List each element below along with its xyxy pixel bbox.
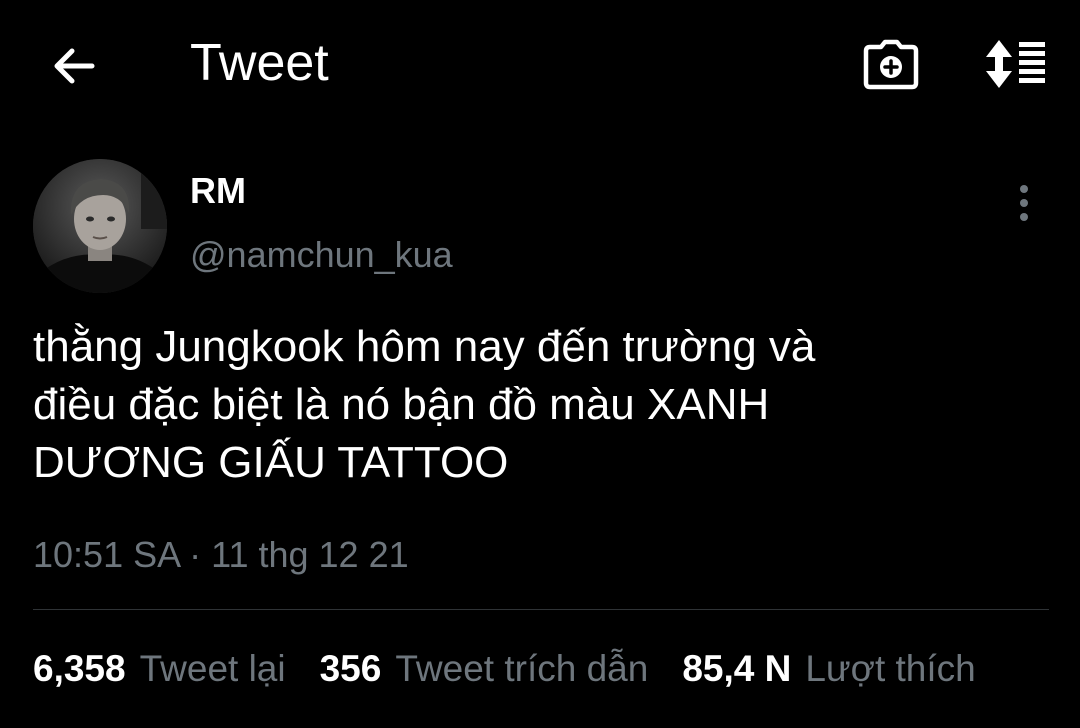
likes-count: 85,4 N	[682, 648, 792, 689]
top-app-bar: Tweet	[0, 0, 1080, 130]
back-button[interactable]	[44, 36, 104, 96]
retweets-label: Tweet lại	[139, 648, 286, 689]
camera-plus-icon	[863, 39, 919, 90]
avatar-photo	[33, 159, 167, 293]
page-title: Tweet	[190, 34, 329, 92]
author-display-name[interactable]: RM	[190, 170, 246, 212]
engagement-stats: 6,358 Tweet lại 356 Tweet trích dẫn 85,4…	[33, 648, 976, 696]
sort-list-icon	[986, 40, 1045, 88]
author-handle[interactable]: @namchun_kua	[190, 233, 453, 277]
likes-stat[interactable]: 85,4 N Lượt thích	[682, 648, 975, 690]
likes-label: Lượt thích	[805, 648, 976, 689]
divider	[33, 609, 1049, 610]
add-photo-button[interactable]	[858, 34, 924, 96]
retweets-stat[interactable]: 6,358 Tweet lại	[33, 648, 286, 690]
arrow-left-icon	[54, 48, 95, 84]
tweet-text-line: điều đặc biệt là nó bận đồ màu XANH	[33, 380, 770, 429]
sort-replies-button[interactable]	[980, 34, 1052, 94]
more-options-button[interactable]	[1002, 180, 1046, 226]
retweets-count: 6,358	[33, 648, 126, 689]
quote-tweets-stat[interactable]: 356 Tweet trích dẫn	[320, 648, 649, 690]
tweet-text: thằng Jungkook hôm nay đến trường và điề…	[33, 318, 1043, 492]
tweet-text-line: DƯƠNG GIẤU TATTOO	[33, 438, 509, 487]
tweet-text-line: thằng Jungkook hôm nay đến trường và	[33, 322, 816, 371]
quote-tweets-count: 356	[319, 648, 382, 689]
author-avatar[interactable]	[33, 159, 167, 293]
quote-tweets-label: Tweet trích dẫn	[395, 648, 649, 689]
more-vertical-icon	[1020, 185, 1028, 221]
tweet-timestamp[interactable]: 10:51 SA · 11 thg 12 21	[33, 533, 409, 577]
